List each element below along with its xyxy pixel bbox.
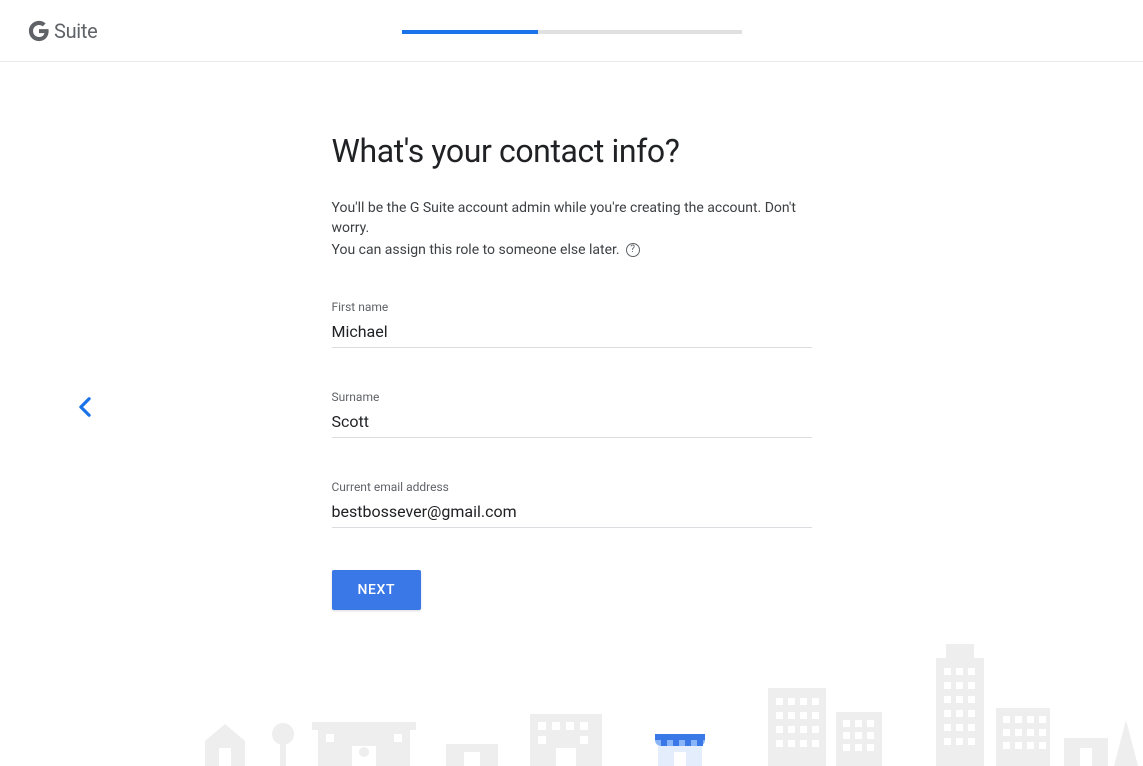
back-button[interactable] bbox=[78, 396, 92, 422]
surname-field: Surname bbox=[332, 390, 812, 438]
next-button[interactable]: Next bbox=[332, 570, 422, 610]
progress-fill bbox=[402, 30, 538, 34]
google-g-icon bbox=[28, 20, 50, 42]
logo-text: Suite bbox=[54, 19, 97, 43]
main-content: What's your contact info? You'll be the … bbox=[332, 132, 812, 610]
highlighted-shop-icon bbox=[655, 734, 705, 766]
subtitle-line1: You'll be the G Suite account admin whil… bbox=[332, 198, 812, 238]
email-input[interactable] bbox=[332, 500, 812, 528]
subtitle-line2-row: You can assign this role to someone else… bbox=[332, 240, 812, 260]
first-name-field: First name bbox=[332, 300, 812, 348]
surname-label: Surname bbox=[332, 390, 812, 404]
city-illustration bbox=[0, 616, 1143, 766]
email-field: Current email address bbox=[332, 480, 812, 528]
first-name-input[interactable] bbox=[332, 320, 812, 348]
progress-bar bbox=[402, 30, 742, 34]
subtitle-line2: You can assign this role to someone else… bbox=[332, 240, 620, 260]
header: Suite bbox=[0, 0, 1143, 62]
help-icon[interactable]: ? bbox=[626, 243, 640, 257]
gsuite-logo: Suite bbox=[28, 19, 97, 43]
surname-input[interactable] bbox=[332, 410, 812, 438]
page-title: What's your contact info? bbox=[332, 132, 812, 170]
email-label: Current email address bbox=[332, 480, 812, 494]
chevron-left-icon bbox=[78, 396, 92, 418]
first-name-label: First name bbox=[332, 300, 812, 314]
